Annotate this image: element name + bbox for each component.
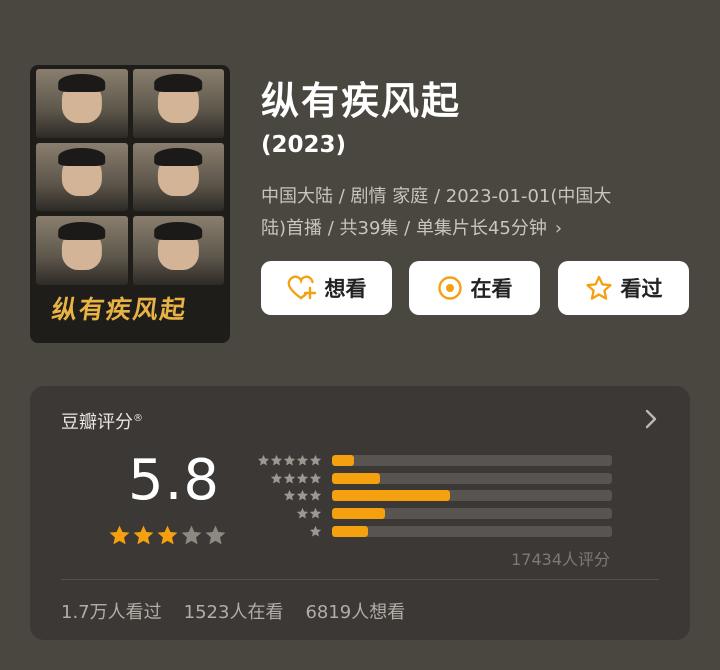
poster-portrait	[36, 142, 128, 212]
rating-bar-row	[252, 487, 612, 505]
page-title: 纵有疾风起	[261, 79, 462, 123]
divider	[61, 579, 659, 580]
star-small-icon	[309, 455, 322, 466]
star-small-icon	[270, 472, 283, 484]
poster-image[interactable]: 纵有疾风起	[30, 65, 230, 343]
poster-logo: 纵有疾风起	[50, 295, 190, 324]
star-empty-icon	[181, 525, 202, 545]
poster-portrait	[36, 69, 128, 138]
star-small-icon	[283, 490, 296, 502]
star-outline-icon	[585, 275, 613, 302]
target-circle-icon	[437, 275, 463, 301]
rating-bar-track	[332, 508, 612, 520]
poster-portrait	[36, 216, 128, 285]
rating-bar-row	[252, 505, 612, 523]
star-small-icon	[283, 472, 296, 484]
rating-bar-fill	[332, 455, 355, 467]
watched-count: 1.7万人看过	[61, 602, 162, 623]
star-small-icon	[309, 507, 322, 519]
star-small-icon	[270, 455, 283, 466]
rating-bar-stars	[252, 489, 322, 502]
meta-line-1: 中国大陆 / 剧情 家庭 / 2023-01-01(中国大	[261, 186, 612, 207]
rating-bar-stars	[252, 507, 322, 520]
rating-header: 豆瓣评分®	[61, 412, 143, 433]
rating-bar-fill	[332, 472, 380, 484]
rating-bar-track	[332, 472, 612, 484]
watching-count: 1523人在看	[183, 602, 284, 623]
audience-stats: 1.7万人看过 1523人在看 6819人想看	[61, 598, 405, 624]
rating-stars	[108, 524, 227, 547]
rating-bar-stars	[252, 454, 322, 467]
watching-button[interactable]: 在看	[409, 261, 540, 315]
heart-plus-icon	[287, 275, 317, 301]
chevron-right-icon: ›	[554, 218, 563, 239]
rating-count: 17434人评分	[511, 550, 610, 569]
star-small-icon	[296, 507, 309, 519]
rating-bar-fill	[332, 490, 450, 502]
star-filled-icon	[109, 525, 130, 545]
meta-info[interactable]: 中国大陆 / 剧情 家庭 / 2023-01-01(中国大 陆)首播 / 共39…	[261, 181, 691, 245]
star-small-icon	[296, 472, 309, 484]
star-small-icon	[296, 455, 309, 466]
rating-bar-row	[252, 470, 612, 488]
star-small-icon	[309, 525, 322, 537]
star-small-icon	[309, 472, 322, 484]
poster-portrait	[132, 142, 224, 212]
rating-bar-stars	[252, 472, 322, 485]
want-count: 6819人想看	[305, 602, 406, 623]
star-empty-icon	[205, 525, 226, 545]
star-small-icon	[283, 455, 296, 466]
watched-button[interactable]: 看过	[558, 261, 689, 315]
watching-label: 在看	[470, 277, 513, 301]
rating-score: 5.8	[128, 448, 221, 513]
rating-bar-stars	[252, 525, 322, 538]
rating-bar-track	[332, 455, 612, 467]
rating-bar-fill	[332, 508, 386, 520]
rating-distribution	[252, 452, 612, 540]
meta-line-2: 陆)首播 / 共39集 / 单集片长45分钟 ›	[261, 218, 563, 239]
poster-portraits	[36, 69, 224, 285]
star-small-icon	[309, 490, 322, 502]
rating-bar-row	[252, 522, 612, 540]
watched-label: 看过	[620, 277, 663, 301]
star-small-icon	[257, 455, 270, 466]
rating-card[interactable]: 豆瓣评分® 5.8 17434人评分 1.7万人看过 1523人在看 6819人…	[30, 386, 690, 640]
rating-bar-row	[252, 452, 612, 470]
chevron-right-icon[interactable]	[644, 408, 658, 434]
release-year: (2023)	[261, 132, 347, 158]
star-small-icon	[296, 490, 309, 502]
rating-bar-fill	[332, 525, 369, 537]
want-to-watch-button[interactable]: 想看	[261, 261, 392, 315]
want-to-watch-label: 想看	[324, 277, 367, 301]
star-filled-icon	[133, 525, 154, 545]
rating-bar-track	[332, 490, 612, 502]
rating-bar-track	[332, 525, 612, 537]
poster-portrait	[132, 69, 224, 138]
star-filled-icon	[157, 525, 178, 545]
poster-portrait	[132, 216, 224, 285]
